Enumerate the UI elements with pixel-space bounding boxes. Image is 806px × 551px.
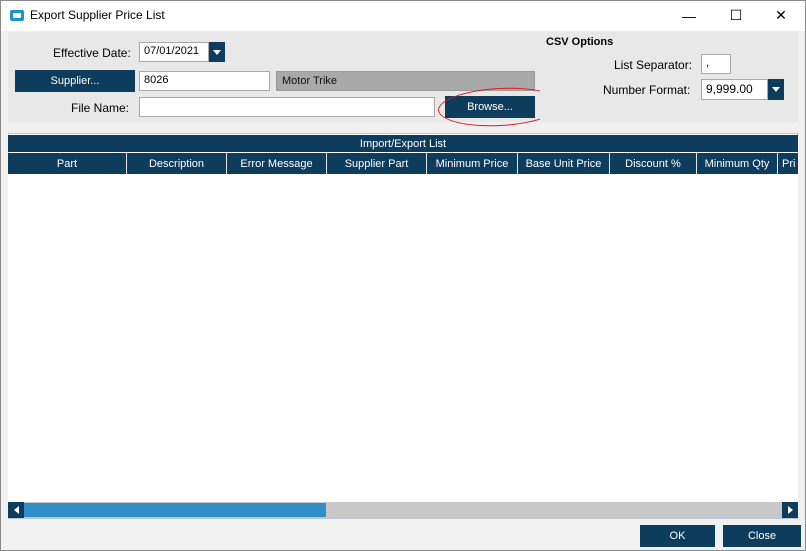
file-name-input[interactable] [139,97,435,117]
number-format-select[interactable]: 9,999.00 [701,79,768,100]
column-header-minimum-price[interactable]: Minimum Price [427,153,518,174]
close-button[interactable]: Close [723,525,801,547]
number-format-label: Number Format: [603,83,691,97]
close-window-button[interactable]: ✕ [758,1,804,30]
browse-button[interactable]: Browse... [445,96,535,118]
csv-options-heading: CSV Options [546,36,614,48]
column-header-discount[interactable]: Discount % [610,153,697,174]
scroll-left-icon[interactable] [8,502,24,518]
grid-header-row: Part Description Error Message Supplier … [8,153,798,174]
supplier-name-field: Motor Trike [276,71,535,91]
window-title: Export Supplier Price List [30,8,165,22]
effective-date-label: Effective Date: [53,46,131,60]
file-name-label: File Name: [71,101,130,115]
column-header-error-message[interactable]: Error Message [227,153,327,174]
number-format-dropdown-button[interactable] [768,79,784,100]
scroll-right-icon[interactable] [782,502,798,518]
supplier-id-input[interactable]: 8026 [139,71,270,91]
grid-body[interactable] [8,174,798,502]
minimize-button[interactable]: — [666,1,712,30]
list-separator-input[interactable]: , [701,54,731,74]
column-header-base-unit-price[interactable]: Base Unit Price [518,153,610,174]
column-header-minimum-qty[interactable]: Minimum Qty [697,153,778,174]
effective-date-input[interactable]: 07/01/2021 [139,42,209,62]
maximize-button[interactable]: ☐ [713,1,759,30]
column-header-price-partial[interactable]: Pri [778,153,798,174]
column-header-description[interactable]: Description [127,153,227,174]
supplier-button[interactable]: Supplier... [15,70,135,92]
grid-title: Import/Export List [8,135,798,152]
app-icon [10,10,24,21]
scrollbar-thumb[interactable] [24,503,326,517]
effective-date-dropdown-button[interactable] [209,42,225,62]
horizontal-scrollbar[interactable] [8,502,798,518]
column-header-supplier-part[interactable]: Supplier Part [327,153,427,174]
column-header-part[interactable]: Part [8,153,127,174]
ok-button[interactable]: OK [640,525,715,547]
list-separator-label: List Separator: [614,58,693,72]
